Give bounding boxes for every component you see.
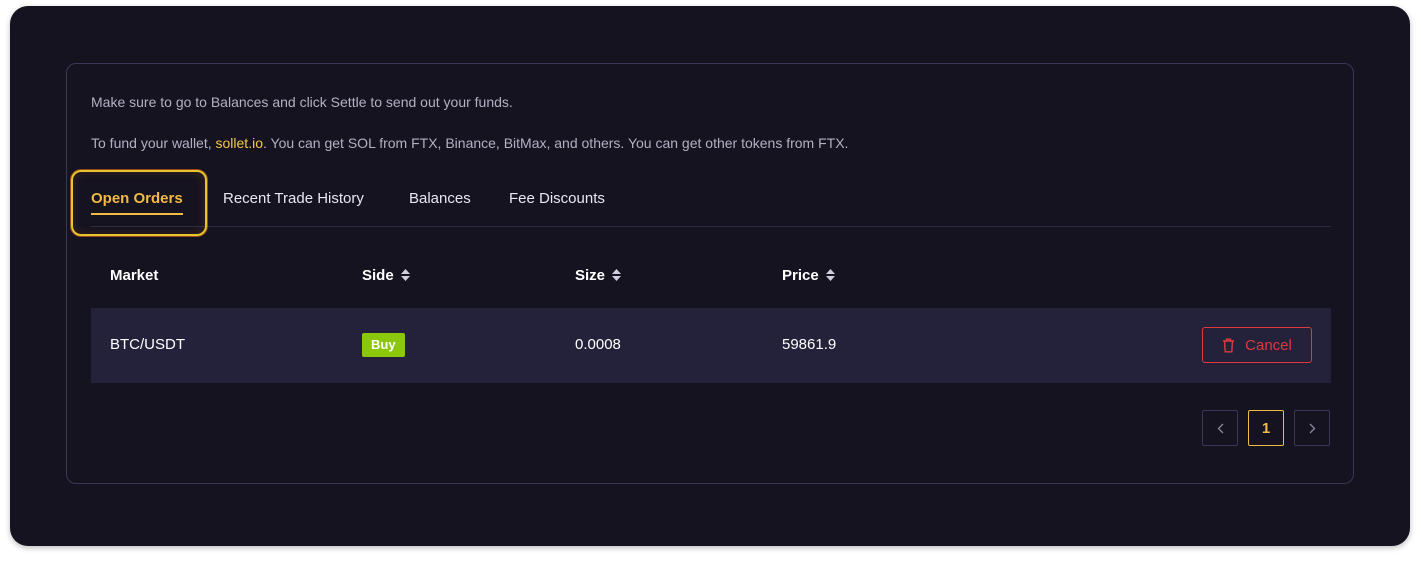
- fund-wallet-suffix: . You can get SOL from FTX, Binance, Bit…: [262, 135, 849, 151]
- fund-wallet-notice: To fund your wallet, sollet.io. You can …: [91, 135, 848, 151]
- chevron-right-icon: [1309, 423, 1315, 433]
- trash-icon: [1223, 338, 1235, 352]
- tab-balances[interactable]: Balances: [409, 176, 471, 226]
- market-cell: BTC/USDT: [110, 336, 185, 353]
- column-header-label: Side: [362, 267, 394, 284]
- sort-icon[interactable]: [612, 269, 622, 282]
- table-row: BTC/USDT Buy 0.0008 59861.9 Cancel: [91, 308, 1331, 383]
- price-cell: 59861.9: [782, 336, 837, 353]
- settle-notice: Make sure to go to Balances and click Se…: [91, 94, 513, 110]
- column-header-market: Market: [110, 267, 158, 284]
- column-header-side[interactable]: Side: [362, 267, 410, 284]
- column-header-size[interactable]: Size: [575, 267, 622, 284]
- app-window: Make sure to go to Balances and click Se…: [10, 6, 1410, 546]
- tab-open-orders[interactable]: Open Orders: [91, 176, 183, 226]
- cancel-button-label: Cancel: [1245, 336, 1292, 354]
- column-header-label: Size: [575, 267, 606, 284]
- orders-panel: Make sure to go to Balances and click Se…: [66, 63, 1354, 484]
- pagination-prev-button[interactable]: [1202, 410, 1238, 446]
- chevron-left-icon: [1217, 423, 1223, 433]
- pagination-page-1[interactable]: 1: [1248, 410, 1284, 446]
- fund-wallet-prefix: To fund your wallet,: [91, 135, 216, 151]
- sort-icon[interactable]: [825, 269, 835, 282]
- sort-icon[interactable]: [400, 269, 410, 282]
- column-header-label: Market: [110, 267, 159, 284]
- side-badge-buy: Buy: [362, 333, 405, 357]
- orders-tabs: Open Orders Recent Trade History Balance…: [71, 170, 1331, 236]
- tab-fee-discounts[interactable]: Fee Discounts: [509, 176, 605, 226]
- pagination-next-button[interactable]: [1294, 410, 1330, 446]
- sollet-link[interactable]: sollet.io: [216, 135, 263, 151]
- column-header-price[interactable]: Price: [782, 267, 835, 284]
- cancel-order-button[interactable]: Cancel: [1202, 327, 1312, 363]
- tab-recent-trade-history[interactable]: Recent Trade History: [223, 176, 364, 226]
- size-cell: 0.0008: [575, 336, 621, 353]
- column-header-label: Price: [782, 267, 819, 284]
